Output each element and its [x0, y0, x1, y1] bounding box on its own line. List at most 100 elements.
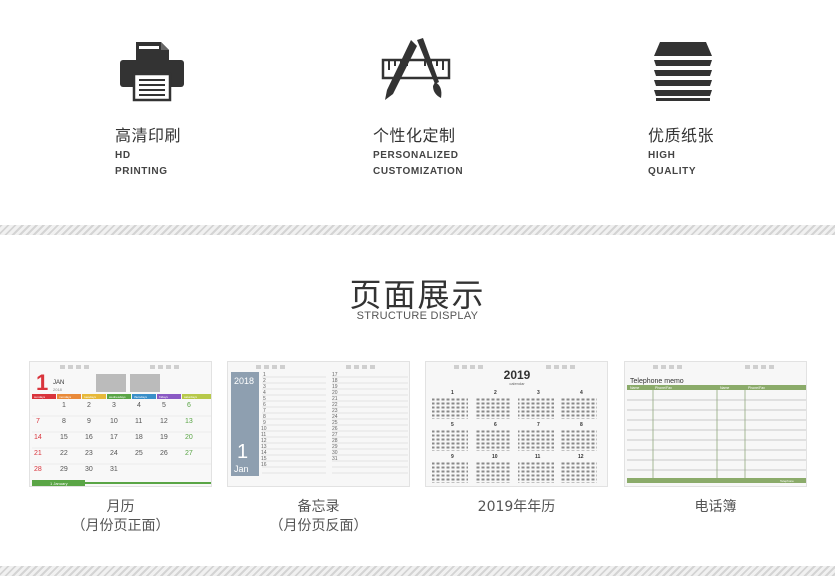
column-header: Name	[630, 386, 639, 390]
svg-text:26: 26	[160, 450, 168, 457]
feature-sub-line1: HD	[115, 150, 131, 161]
month-number: 1	[36, 370, 48, 395]
ruler-pencil-brush-icon	[381, 38, 451, 104]
svg-text:30: 30	[85, 466, 93, 473]
feature-title: 优质纸张	[648, 126, 715, 145]
features-row: 高清印刷 HD PRINTING 个性化定制 PERSONALIZED CUST…	[0, 0, 835, 224]
svg-text:15: 15	[60, 434, 68, 441]
year-title: 2019	[504, 368, 531, 382]
caption-line1: 月历	[106, 499, 135, 515]
printer-icon	[117, 38, 187, 104]
month-label: 7	[537, 422, 540, 428]
month-label: 8	[580, 422, 583, 428]
feature-sub-line1: PERSONALIZED	[373, 150, 459, 161]
feature-sub-line2: CUSTOMIZATION	[373, 166, 464, 177]
month-label: 9	[451, 454, 454, 460]
svg-text:10: 10	[110, 418, 118, 425]
memo-month-number: 1	[237, 441, 248, 463]
phonebook-art: Telephone memo Name Phone/Fax Name Phone…	[625, 362, 806, 486]
year-subtitle: calendar	[509, 381, 525, 386]
svg-text:2: 2	[87, 402, 91, 409]
column-header: Name	[720, 386, 729, 390]
weekday-label: mondays	[59, 395, 72, 399]
svg-text:8: 8	[62, 418, 66, 425]
svg-text:6: 6	[187, 402, 191, 409]
svg-text:11: 11	[135, 418, 142, 425]
svg-text:5: 5	[162, 402, 166, 409]
svg-text:19: 19	[160, 434, 168, 441]
svg-text:9: 9	[87, 418, 91, 425]
caption-line1: 电话簿	[694, 499, 737, 515]
weekday-label: thursdays	[134, 395, 148, 399]
footer-label: 1 January	[50, 481, 68, 486]
svg-text:28: 28	[34, 466, 42, 473]
svg-text:27: 27	[185, 450, 193, 457]
divider-stripe	[0, 225, 835, 235]
month-label: 10	[492, 454, 498, 460]
svg-text:22: 22	[60, 450, 68, 457]
caption-line1: 2019年年历	[477, 499, 556, 515]
column-header: Phone/Fax	[655, 386, 672, 390]
month-label: 1	[451, 390, 454, 396]
svg-text:20: 20	[185, 434, 193, 441]
svg-text:4: 4	[137, 402, 141, 409]
svg-text:12: 12	[160, 418, 168, 425]
svg-text:25: 25	[135, 450, 143, 457]
caption-yearly: 2019年年历	[425, 498, 608, 517]
column-header: Phone/Fax	[748, 386, 765, 390]
monthly-calendar-art: 1 JAN 2018 sundays mondays tuesdays wedn…	[30, 362, 211, 486]
month-name: JAN	[53, 380, 64, 386]
caption-line2: （月份页正面）	[71, 518, 170, 534]
feature-sub-line2: PRINTING	[115, 166, 168, 177]
section-subtitle: STRUCTURE DISPLAY	[356, 310, 479, 322]
caption-monthly: 月历 （月份页正面）	[29, 498, 212, 536]
svg-text:31: 31	[332, 456, 338, 462]
feature-sub-line1: HIGH	[648, 150, 676, 161]
svg-text:17: 17	[110, 434, 118, 441]
month-label: 3	[537, 390, 540, 396]
yearly-calendar-preview: 2019 calendar 1 2 3 4 5 6 7 8 9 10 11 12	[425, 361, 608, 487]
memo-art: 2018 1 Jan 12345678910111213141516 17181…	[228, 362, 409, 486]
svg-text:16: 16	[85, 434, 93, 441]
month-label: 2	[494, 390, 497, 396]
month-label: 4	[580, 390, 583, 396]
month-label: 12	[578, 454, 584, 460]
memo-month-name: Jan	[234, 464, 249, 474]
svg-text:7: 7	[36, 418, 40, 425]
weekday-label: tuesdays	[84, 395, 97, 399]
weekday-label: fridays	[159, 395, 168, 399]
svg-text:3: 3	[112, 402, 116, 409]
svg-text:14: 14	[34, 434, 42, 441]
weekday-label: saturdays	[184, 395, 198, 399]
caption-line1: 备忘录	[297, 499, 340, 515]
svg-text:16: 16	[261, 462, 267, 468]
phonebook-preview: Telephone memo Name Phone/Fax Name Phone…	[624, 361, 807, 487]
month-year: 2018	[53, 387, 63, 392]
monthly-calendar-preview: 1 JAN 2018 sundays mondays tuesdays wedn…	[29, 361, 212, 487]
svg-text:31: 31	[110, 466, 118, 473]
weekday-label: wednesdays	[109, 395, 126, 399]
feature-title: 高清印刷	[115, 126, 182, 145]
month-label: 5	[451, 422, 454, 428]
caption-phonebook: 电话簿	[624, 498, 807, 517]
svg-text:23: 23	[85, 450, 93, 457]
paper-stack-icon	[648, 38, 718, 104]
memo-preview: 2018 1 Jan 1 2 3 4 5 6 7 8 9 10 11 12 13 14 15 16 17 18 1…	[227, 361, 410, 487]
memo-year: 2018	[234, 376, 254, 386]
phonebook-title: Telephone memo	[630, 378, 684, 385]
svg-text:29: 29	[60, 466, 68, 473]
svg-text:21: 21	[34, 450, 42, 457]
month-label: 11	[535, 454, 541, 460]
svg-text:18: 18	[135, 434, 143, 441]
svg-text:1: 1	[62, 402, 66, 409]
caption-line2: （月份页反面）	[269, 518, 368, 534]
weekday-label: sundays	[34, 395, 46, 399]
feature-title: 个性化定制	[373, 126, 456, 145]
divider-stripe-bottom	[0, 566, 835, 576]
phonebook-footer: Telephone	[780, 479, 794, 483]
svg-text:13: 13	[185, 418, 193, 425]
caption-memo: 备忘录 （月份页反面）	[227, 498, 410, 536]
yearly-calendar-art: 2019 calendar 1 2 3 4 5 6 7 8 9 10 11 12	[426, 362, 607, 486]
month-label: 6	[494, 422, 497, 428]
svg-text:24: 24	[110, 450, 118, 457]
